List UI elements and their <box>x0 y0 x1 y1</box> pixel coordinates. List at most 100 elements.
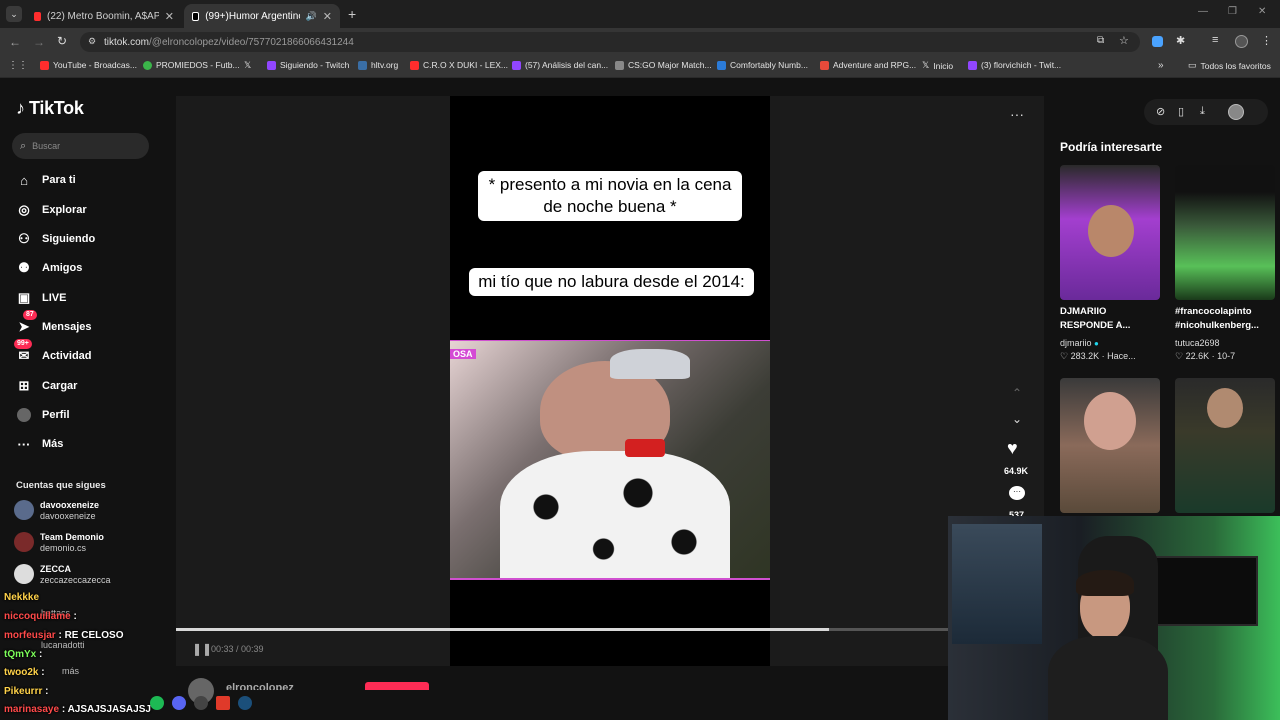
tiktok-favicon-icon <box>192 11 200 21</box>
nav-item-siguiendo[interactable]: ⚇ Siguiendo <box>16 231 95 247</box>
nav-label: LIVE <box>42 292 67 304</box>
bookmark-label: Siguiendo - Twitch <box>280 60 350 70</box>
video-progress-track[interactable] <box>176 628 948 631</box>
webcam-monitor <box>1148 556 1258 626</box>
back-icon[interactable]: ← <box>9 35 21 49</box>
chat-message: tQmYx : <box>4 649 43 660</box>
new-tab-button[interactable]: + <box>348 6 356 22</box>
recommend-author[interactable]: djmariio ● <box>1060 338 1099 348</box>
author-name[interactable]: elroncolopez <box>226 682 294 690</box>
bookmark-favicon-icon <box>615 60 624 70</box>
bookmark-item[interactable]: Adventure and RPG... <box>820 60 916 70</box>
device-icon[interactable]: ▯ <box>1178 105 1184 118</box>
recommend-author[interactable]: tutuca2698 <box>1175 338 1220 348</box>
bookmark-item[interactable]: Siguiendo - Twitch <box>267 60 349 70</box>
nav-item-live[interactable]: ▣ LIVE <box>16 290 67 306</box>
nav-item-actividad[interactable]: ✉ 99+ Actividad <box>14 339 92 364</box>
all-bookmarks-folder[interactable]: ▭ Todos los favoritos <box>1188 60 1271 71</box>
nav-item-explorar[interactable]: ◎ Explorar <box>16 202 86 218</box>
browser-tab-tiktok[interactable]: (99+)Humor Argentino: La ... 🔊 ✕ <box>184 4 340 28</box>
followed-account[interactable]: davooxeneize davooxeneize <box>14 500 99 522</box>
activity-badge: 99+ <box>14 339 32 349</box>
bookmark-item[interactable]: hltv.org <box>358 60 398 70</box>
speaker-icon[interactable]: 🔊 <box>306 11 317 22</box>
maximize-icon[interactable]: ❐ <box>1228 6 1237 17</box>
nav-item-perfil[interactable]: Perfil <box>16 407 70 423</box>
webcam-window <box>952 524 1042 644</box>
recommend-thumbnail[interactable] <box>1175 165 1275 300</box>
chat-user: niccoquillame <box>4 611 71 622</box>
bookmark-item[interactable]: 𝕏 <box>244 60 251 71</box>
nav-item-cargar[interactable]: ⊞ Cargar <box>16 378 78 394</box>
nav-item-amigos[interactable]: ⚉ Amigos <box>16 260 82 276</box>
profile-avatar[interactable] <box>1235 35 1248 48</box>
recommend-thumbnail[interactable] <box>1060 165 1160 300</box>
browser-tab-youtube[interactable]: (22) Metro Boomin, A$AP Rocky ✕ <box>26 4 182 28</box>
friends-icon: ⚉ <box>18 260 30 275</box>
follow-button[interactable] <box>365 682 429 690</box>
video-caption-2: mi tío que no labura desde el 2014: <box>469 268 754 296</box>
bookmark-label: Todos los favoritos <box>1200 60 1271 71</box>
install-app-icon[interactable]: ⧉ <box>1097 35 1104 46</box>
previous-video-icon[interactable]: ⌃ <box>1012 386 1022 400</box>
bookmark-item[interactable]: CS:GO Major Match... <box>615 60 712 70</box>
followed-account[interactable]: ZECCA zeccazeccazecca <box>14 564 111 586</box>
close-window-icon[interactable]: ✕ <box>1258 6 1266 17</box>
user-avatar[interactable] <box>1228 104 1244 120</box>
bookmark-item[interactable]: 𝕏 Inicio <box>922 60 953 71</box>
download-icon[interactable]: ⤓ <box>1200 105 1205 118</box>
recommend-video-title[interactable]: #francocolapinto #nicohulkenberg... <box>1175 305 1275 333</box>
spotify-icon[interactable] <box>150 696 164 710</box>
tab-title: (22) Metro Boomin, A$AP Rocky <box>47 10 159 22</box>
pause-icon[interactable]: ❚❚ <box>192 642 212 656</box>
forward-icon[interactable]: → <box>33 35 45 49</box>
close-tab-icon[interactable]: ✕ <box>323 10 332 23</box>
followed-account[interactable]: Team Demonio demonio.cs <box>14 532 104 554</box>
minimize-icon[interactable]: — <box>1198 6 1208 17</box>
close-tab-icon[interactable]: ✕ <box>165 10 174 23</box>
discord-icon[interactable] <box>172 696 186 710</box>
thumb-face <box>1088 205 1134 257</box>
comment-icon[interactable]: ··· <box>1009 486 1025 500</box>
like-icon[interactable]: ♥ <box>1007 438 1018 459</box>
coin-icon[interactable]: ⊘ <box>1156 105 1165 118</box>
site-info-icon[interactable]: ⚙ <box>88 36 96 47</box>
next-video-icon[interactable]: ⌄ <box>1012 412 1022 426</box>
search-input[interactable]: ⌕ Buscar <box>12 133 149 159</box>
recommend-thumbnail[interactable] <box>1175 378 1275 513</box>
nav-item-mensajes[interactable]: ➤ 87 Mensajes <box>16 310 92 335</box>
bookmark-item[interactable]: (3) florvichich - Twit... <box>968 60 1061 70</box>
url-field[interactable]: ⚙ tiktok.com /@elroncolopez/video/757702… <box>80 32 1140 52</box>
tab-list-chevron-icon[interactable]: ⌄ <box>6 6 22 22</box>
search-icon: ⌕ <box>20 139 27 152</box>
nav-label: Cargar <box>42 380 78 392</box>
apps-grid-icon[interactable]: ⋮⋮ <box>8 60 28 71</box>
nav-item-para-ti[interactable]: ⌂ Para ti <box>16 172 76 188</box>
activity-icon: ✉ 99+ <box>14 339 32 364</box>
browser-menu-icon[interactable]: ⋮ <box>1261 34 1272 47</box>
obs-icon[interactable] <box>194 696 208 710</box>
chat-text: AJSAJSJASAJSJ <box>67 704 151 715</box>
more-options-icon[interactable]: ··· <box>1010 106 1024 122</box>
steam-icon[interactable] <box>238 696 252 710</box>
reload-icon[interactable]: ↻ <box>57 34 67 48</box>
nav-item-mas[interactable]: ··· Más <box>16 436 64 452</box>
tiktok-logo[interactable]: ♪ TikTok <box>16 98 84 119</box>
bookmark-item[interactable]: Comfortably Numb... <box>717 60 808 70</box>
bookmark-item[interactable]: (57) Análisis del can... <box>512 60 608 70</box>
media-control-icon[interactable]: ≡ <box>1212 34 1218 46</box>
extension-icon[interactable] <box>1152 36 1163 47</box>
more-bookmarks-chevron-icon[interactable]: » <box>1158 60 1164 71</box>
recommend-thumbnail[interactable] <box>1060 378 1160 513</box>
extensions-puzzle-icon[interactable]: ✱ <box>1176 34 1185 47</box>
chat-message: niccoquillame : <box>4 611 77 622</box>
compass-icon: ◎ <box>18 202 30 217</box>
bookmark-item[interactable]: C.R.O X DUKI - LEX... <box>410 60 508 70</box>
bookmark-item[interactable]: PROMIEDOS - Futb... <box>143 60 240 70</box>
chat-message: morfeusjar : RE CELOSO <box>4 630 124 641</box>
bookmark-item[interactable]: YouTube - Broadcas... <box>40 60 137 70</box>
star-icon[interactable]: ☆ <box>1119 34 1129 47</box>
app-icon[interactable] <box>216 696 230 710</box>
see-more-link[interactable]: más <box>62 666 79 676</box>
recommend-video-title[interactable]: DJMARIIO RESPONDE A... <box>1060 305 1160 333</box>
